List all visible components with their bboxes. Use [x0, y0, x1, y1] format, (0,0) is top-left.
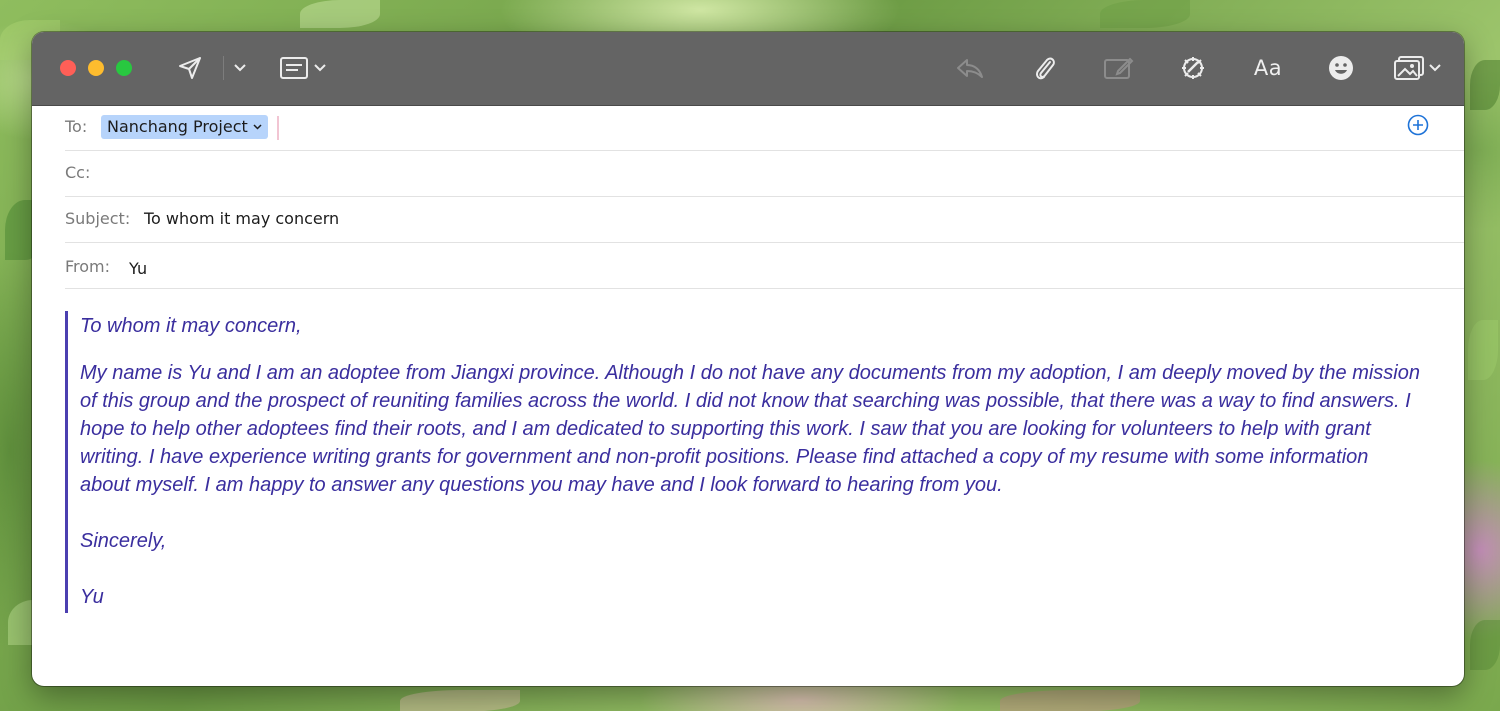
message-greeting: To whom it may concern,	[80, 315, 302, 337]
header-fields-icon	[280, 57, 308, 79]
emoji-button[interactable]	[1326, 52, 1356, 84]
close-window-button[interactable]	[60, 60, 76, 76]
to-recipient-token[interactable]: Nanchang Project	[101, 115, 268, 139]
message-paragraph: My name is Yu and I am an adoptee from J…	[80, 362, 1420, 496]
to-row	[65, 105, 1464, 151]
from-field[interactable]: Yu	[129, 259, 147, 278]
compose-window: Aa To: Nanchang Project Cc: Subject: To …	[32, 32, 1464, 686]
cc-label: Cc:	[65, 163, 91, 182]
to-label: To:	[65, 117, 88, 136]
attach-button[interactable]	[1030, 52, 1060, 84]
writing-tools-icon	[1182, 57, 1204, 79]
add-recipient-button[interactable]	[1406, 113, 1430, 137]
text-caret	[277, 116, 279, 140]
chevron-down-icon	[1428, 64, 1441, 72]
from-label: From:	[65, 257, 111, 276]
message-closing: Sincerely,	[80, 530, 167, 552]
writing-tools-button[interactable]	[1177, 52, 1209, 84]
header-fields-button[interactable]	[277, 52, 329, 84]
format-button[interactable]: Aa	[1250, 52, 1286, 84]
photo-browser-icon	[1393, 56, 1424, 80]
toolbar-separator	[223, 56, 224, 80]
toolbar: Aa	[32, 32, 1464, 106]
markup-icon	[1104, 57, 1134, 79]
zoom-window-button[interactable]	[116, 60, 132, 76]
reply-button[interactable]	[954, 52, 986, 84]
subject-field[interactable]: To whom it may concern	[144, 209, 339, 228]
from-row	[65, 242, 1464, 289]
to-recipient-name: Nanchang Project	[107, 117, 248, 136]
chevron-down-icon	[234, 64, 246, 72]
chevron-down-icon	[253, 124, 262, 130]
add-circle-icon	[1407, 114, 1429, 136]
emoji-icon	[1329, 56, 1353, 80]
message-quote-block: To whom it may concern, My name is Yu an…	[65, 311, 1420, 613]
reply-icon	[957, 59, 983, 78]
photo-browser-button[interactable]	[1392, 52, 1442, 84]
format-label: Aa	[1253, 56, 1283, 80]
send-icon	[179, 57, 201, 79]
cc-row[interactable]	[65, 150, 1464, 197]
attachment-icon	[1035, 57, 1055, 80]
message-signature: Yu	[80, 586, 104, 608]
chevron-down-icon	[314, 64, 326, 72]
minimize-window-button[interactable]	[88, 60, 104, 76]
markup-button[interactable]	[1103, 52, 1135, 84]
subject-label: Subject:	[65, 209, 131, 228]
send-button[interactable]	[174, 52, 206, 84]
send-options-dropdown[interactable]	[230, 52, 250, 84]
